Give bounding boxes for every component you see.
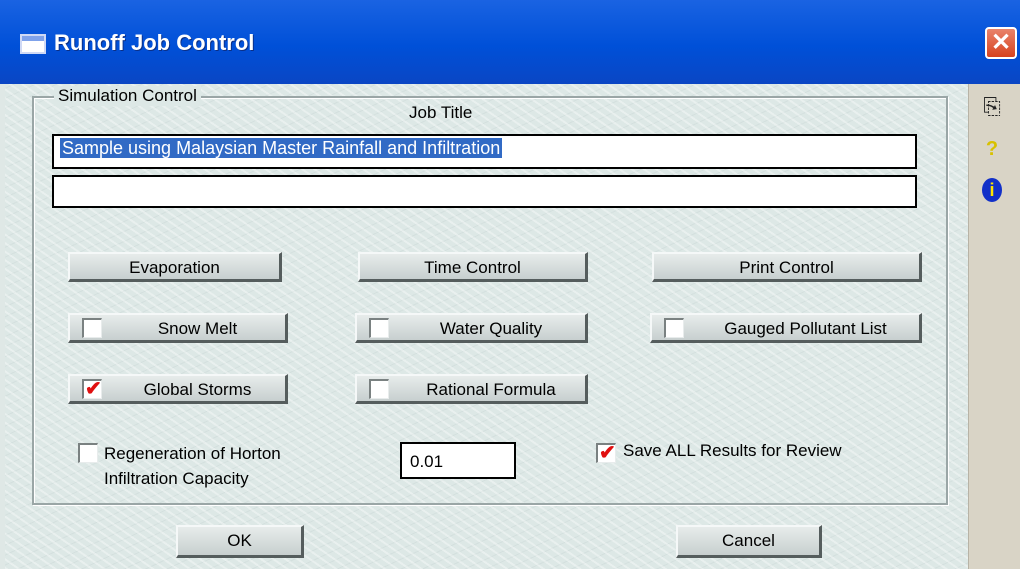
print-control-label: Print Control bbox=[739, 258, 834, 277]
snow-melt-button[interactable]: Snow Melt bbox=[68, 313, 288, 343]
snow-melt-label: Snow Melt bbox=[157, 319, 238, 338]
regeneration-label-line1: Regeneration of Horton bbox=[104, 444, 281, 463]
rational-formula-button[interactable]: Rational Formula bbox=[355, 374, 588, 404]
ok-button[interactable]: OK bbox=[176, 525, 304, 558]
side-toolbar: ⎘ ? i bbox=[968, 84, 1020, 569]
save-all-results-label: Save ALL Results for Review bbox=[623, 441, 842, 460]
snow-melt-checkbox[interactable] bbox=[82, 318, 102, 338]
global-storms-checkbox[interactable] bbox=[82, 376, 102, 401]
gauged-pollutant-list-button[interactable]: Gauged Pollutant List bbox=[650, 313, 922, 343]
rational-formula-label: Rational Formula bbox=[426, 380, 556, 399]
gauged-pollutant-label: Gauged Pollutant List bbox=[724, 319, 887, 338]
job-title-label: Job Title bbox=[409, 103, 473, 122]
global-storms-label: Global Storms bbox=[143, 380, 252, 399]
info-glyph: i bbox=[982, 178, 1002, 202]
evaporation-label: Evaporation bbox=[129, 258, 220, 277]
gauged-pollutant-checkbox[interactable] bbox=[664, 318, 684, 338]
close-icon: ✕ bbox=[990, 29, 1012, 56]
window-title: Runoff Job Control bbox=[54, 30, 255, 55]
time-control-label: Time Control bbox=[424, 258, 521, 277]
time-control-button[interactable]: Time Control bbox=[358, 252, 588, 282]
close-button[interactable]: ✕ bbox=[985, 27, 1017, 59]
save-all-results-checkbox[interactable] bbox=[596, 440, 616, 465]
info-icon[interactable]: i bbox=[977, 177, 1007, 207]
cancel-button[interactable]: Cancel bbox=[676, 525, 822, 558]
water-quality-label: Water Quality bbox=[439, 319, 543, 338]
copy-icon[interactable]: ⎘ bbox=[977, 92, 1007, 122]
regeneration-value-input[interactable]: 0.01 bbox=[400, 442, 516, 479]
regeneration-label: Regeneration of Horton Infiltration Capa… bbox=[104, 441, 364, 491]
selected-text: Sample using Malaysian Master Rainfall a… bbox=[60, 138, 503, 158]
water-quality-checkbox[interactable] bbox=[369, 318, 389, 338]
window-icon bbox=[20, 34, 46, 54]
group-legend: Simulation Control bbox=[54, 86, 201, 106]
job-title-input-1[interactable]: Sample using Malaysian Master Rainfall a… bbox=[52, 134, 917, 169]
global-storms-button[interactable]: Global Storms bbox=[68, 374, 288, 404]
print-control-button[interactable]: Print Control bbox=[652, 252, 922, 282]
regeneration-checkbox[interactable] bbox=[78, 443, 98, 463]
cancel-label: Cancel bbox=[722, 531, 775, 550]
title-bar: Runoff Job Control ✕ bbox=[0, 0, 1020, 84]
evaporation-button[interactable]: Evaporation bbox=[68, 252, 282, 282]
regeneration-label-line2: Infiltration Capacity bbox=[104, 469, 249, 488]
rational-formula-checkbox[interactable] bbox=[369, 379, 389, 399]
job-title-input-2[interactable] bbox=[52, 175, 917, 208]
ok-label: OK bbox=[227, 531, 252, 550]
water-quality-button[interactable]: Water Quality bbox=[355, 313, 588, 343]
help-icon[interactable]: ? bbox=[977, 134, 1007, 164]
